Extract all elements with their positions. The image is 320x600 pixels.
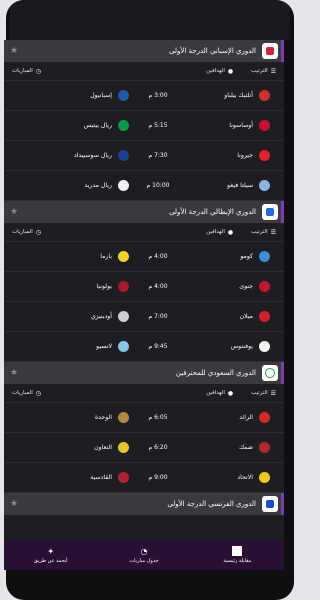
espanyol-crest-icon <box>118 90 129 101</box>
favorite-star-icon[interactable]: ★ <box>10 46 18 56</box>
betis-crest-icon <box>118 120 129 131</box>
match-row[interactable]: ميلان 7:00 م أودينيزي <box>4 302 284 332</box>
clock-icon: ◷ <box>35 228 42 236</box>
match-time: 6:05 م <box>148 414 168 421</box>
favorite-star-icon[interactable]: ★ <box>10 499 18 509</box>
league-name: الدوري الفرنسي الدرجة الأولى <box>167 500 256 508</box>
list-icon: ☰ <box>270 228 276 236</box>
bottom-navigation: مقابلة رئيسية ◔ جدول مباريات ✦ أنحمد عن طر… <box>4 540 284 570</box>
parma-crest-icon <box>118 251 129 262</box>
league-tabs: ☰ الترتيب ● الهدافين ◷ المباريات <box>4 62 284 81</box>
match-time: 9:00 م <box>148 474 168 481</box>
match-time: 7:00 م <box>148 313 168 320</box>
tab-standings[interactable]: ☰ الترتيب <box>251 390 276 397</box>
bologna-crest-icon <box>118 281 129 292</box>
tab-matches[interactable]: ◷ المباريات <box>12 390 41 397</box>
league-tabs: ☰ الترتيب ● الهدافين ◷ المباريات <box>4 384 284 403</box>
league-accent <box>281 40 284 62</box>
genoa-crest-icon <box>259 281 270 292</box>
person-icon: ● <box>227 389 234 397</box>
match-row[interactable]: الاتحاد 9:00 م القادسية <box>4 463 284 493</box>
lazio-crest-icon <box>118 341 129 352</box>
girona-crest-icon <box>259 150 270 161</box>
alittihad-crest-icon <box>259 472 270 483</box>
damac-crest-icon <box>259 442 270 453</box>
person-icon: ● <box>227 67 234 75</box>
match-time: 4:00 م <box>148 253 168 260</box>
league-accent <box>281 201 284 223</box>
match-row[interactable]: أوساسونا 5:15 م ريال بيتيس <box>4 111 284 141</box>
celta-crest-icon <box>259 180 270 191</box>
person-icon: ● <box>227 228 234 236</box>
realmadrid-crest-icon <box>118 180 129 191</box>
match-row[interactable]: يوفنتوس 9:45 م لاتسيو <box>4 332 284 362</box>
status-bar <box>10 0 290 40</box>
match-time: 9:45 م <box>148 343 168 350</box>
tab-matches[interactable]: ◷ المباريات <box>12 229 41 236</box>
match-row[interactable]: سيلتا فيغو 10:00 م ريال مدريد <box>4 171 284 201</box>
match-row[interactable]: جيرونا 7:30 م ريال سوسييداد <box>4 141 284 171</box>
nav-home[interactable]: مقابلة رئيسية <box>191 540 284 570</box>
match-row[interactable]: كومو 4:00 م بارما <box>4 242 284 272</box>
sociedad-crest-icon <box>118 150 129 161</box>
league-header-spl[interactable]: الدوري السعودي للمحترفين ★ <box>4 362 284 384</box>
home-icon <box>232 546 243 556</box>
clock-icon: ◷ <box>35 389 42 397</box>
favorite-star-icon[interactable]: ★ <box>10 368 18 378</box>
league-accent <box>281 493 284 515</box>
tab-scorers[interactable]: ● الهدافين <box>206 229 233 236</box>
league-header-ligue1[interactable]: الدوري الفرنسي الدرجة الأولى ★ <box>4 493 284 515</box>
juventus-crest-icon <box>259 341 270 352</box>
laliga-logo-icon <box>262 43 278 59</box>
alqadsiah-crest-icon <box>118 472 129 483</box>
udinese-crest-icon <box>118 311 129 322</box>
alwehda-crest-icon <box>118 412 129 423</box>
match-row[interactable]: جنوى 4:00 م بولونيا <box>4 272 284 302</box>
league-list[interactable]: الدوري الإسباني الدرجة الأولى ★ ☰ الترتيب… <box>4 40 284 562</box>
osasuna-crest-icon <box>259 120 270 131</box>
match-time: 10:00 م <box>146 182 170 189</box>
match-time: 4:00 م <box>148 283 168 290</box>
match-time: 7:30 م <box>148 152 168 159</box>
nav-table[interactable]: ◔ جدول مباريات <box>97 540 190 570</box>
match-time: 5:15 م <box>148 122 168 129</box>
league-name: الدوري الإسباني الدرجة الأولى <box>169 47 256 55</box>
como-crest-icon <box>259 251 270 262</box>
league-header-seriea[interactable]: الدوري الإيطالي الدرجة الأولى ★ <box>4 201 284 223</box>
favorite-star-icon[interactable]: ★ <box>10 207 18 217</box>
match-time: 3:00 م <box>148 92 168 99</box>
tab-scorers[interactable]: ● الهدافين <box>206 390 233 397</box>
league-header-laliga[interactable]: الدوري الإسباني الدرجة الأولى ★ <box>4 40 284 62</box>
tab-matches[interactable]: ◷ المباريات <box>12 68 41 75</box>
clock-icon: ◷ <box>35 67 42 75</box>
match-time: 6:20 م <box>148 444 168 451</box>
league-accent <box>281 362 284 384</box>
tab-standings[interactable]: ☰ الترتيب <box>251 68 276 75</box>
nav-about[interactable]: ✦ أنحمد عن طريق <box>4 540 97 570</box>
league-tabs: ☰ الترتيب ● الهدافين ◷ المباريات <box>4 223 284 242</box>
seriea-logo-icon <box>262 204 278 220</box>
match-row[interactable]: أتلتيك بيلباو 3:00 م إسبانيول <box>4 81 284 111</box>
tab-scorers[interactable]: ● الهدافين <box>206 68 233 75</box>
ball-icon: ◔ <box>140 546 148 556</box>
altaawoun-crest-icon <box>118 442 129 453</box>
athletic-crest-icon <box>259 90 270 101</box>
match-row[interactable]: الرائد 6:05 م الوحدة <box>4 403 284 433</box>
spl-logo-icon <box>262 365 278 381</box>
match-row[interactable]: ضمك 6:20 م التعاون <box>4 433 284 463</box>
league-name: الدوري السعودي للمحترفين <box>175 369 256 377</box>
milan-crest-icon <box>259 311 270 322</box>
list-icon: ☰ <box>270 389 276 397</box>
ligue1-logo-icon <box>262 496 278 512</box>
list-icon: ☰ <box>270 67 276 75</box>
alraed-crest-icon <box>259 412 270 423</box>
info-icon: ✦ <box>47 546 55 556</box>
league-name: الدوري الإيطالي الدرجة الأولى <box>169 208 256 216</box>
tab-standings[interactable]: ☰ الترتيب <box>251 229 276 236</box>
